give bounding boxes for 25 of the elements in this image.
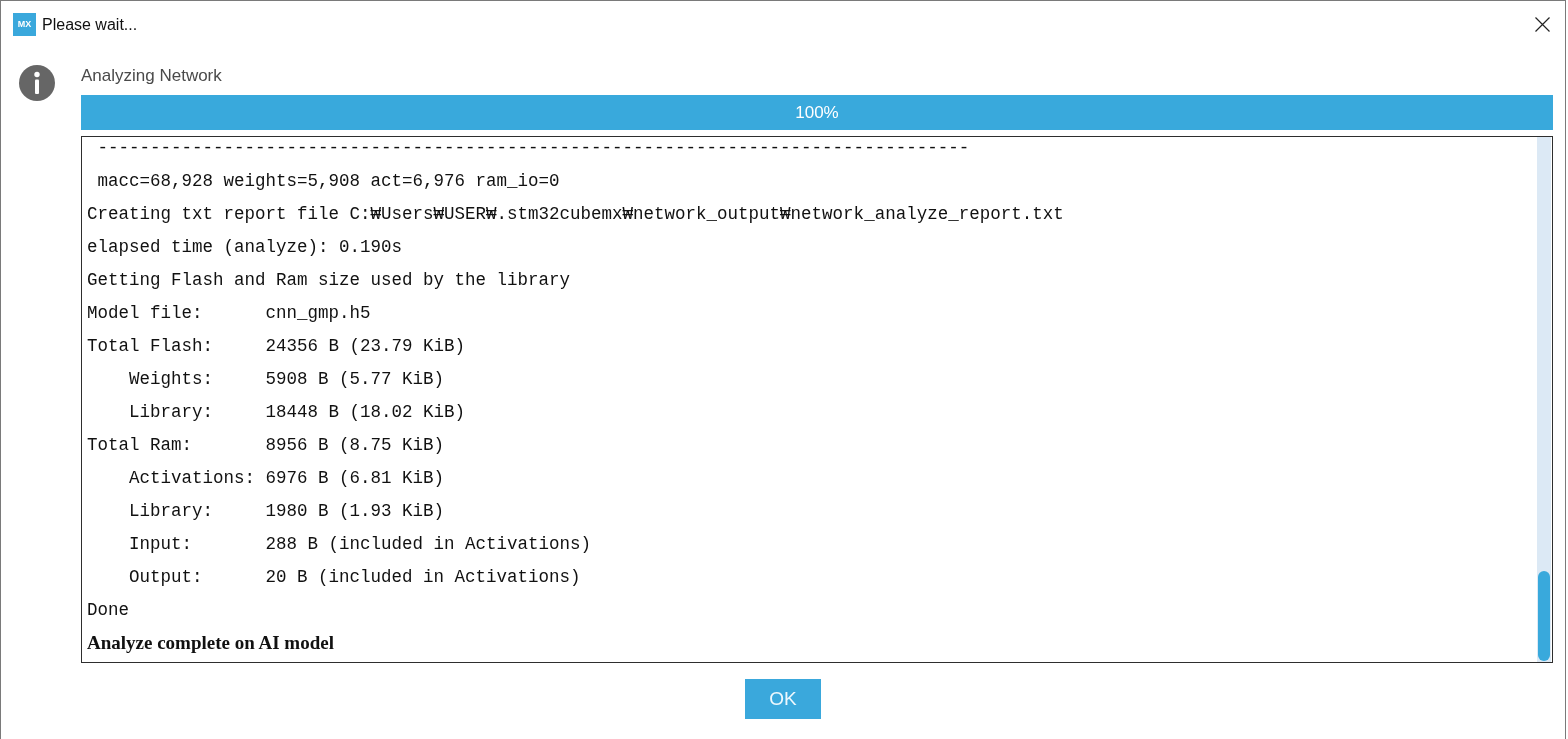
log-line: macc=68,928 weights=5,908 act=6,976 ram_io=0	[96, 171, 560, 191]
log-line: Library: 1980 B (1.93 KiB)	[128, 501, 445, 521]
log-line: Analyze complete on AI model	[87, 633, 334, 653]
log-line: Output: 20 B (included in Activations)	[128, 567, 581, 587]
log-line: Total Ram: 8956 B (8.75 KiB)	[87, 435, 445, 455]
progress-reading: 100%	[795, 102, 839, 123]
ok-button[interactable]: OK	[745, 679, 821, 719]
log-line: Total Flash: 24356 B (23.79 KiB)	[87, 336, 466, 356]
close-icon[interactable]	[1535, 16, 1550, 32]
log-line: Library: 18448 B (18.02 KiB)	[128, 402, 466, 422]
log-line: Model file: cnn_gmp.h5	[87, 303, 371, 323]
status-heading: Analyzing Network	[81, 66, 222, 86]
log-line: Input: 288 B (included in Activations)	[128, 534, 592, 554]
log-line: elapsed time (analyze): 0.190s	[87, 237, 403, 257]
log-line: -----------------------------------------------------------------------------------	[96, 138, 970, 158]
log-line: Done	[87, 600, 129, 620]
log-line: Getting Flash and Ram size used by the library	[87, 270, 571, 290]
log-line: Activations: 6976 B (6.81 KiB)	[128, 468, 445, 488]
log-line: Creating txt report file C:₩Users₩USER₩.stm32cubemx₩network_output₩network_analyze_report.txt	[87, 204, 1064, 224]
scrollbar-track[interactable]	[1537, 137, 1551, 662]
scrollbar-thumb[interactable]	[1538, 571, 1550, 661]
info-icon	[19, 65, 55, 101]
log-line: Weights: 5908 B (5.77 KiB)	[128, 369, 445, 389]
app-logo: MX	[13, 12, 36, 36]
window-title: Please wait...	[42, 15, 138, 35]
